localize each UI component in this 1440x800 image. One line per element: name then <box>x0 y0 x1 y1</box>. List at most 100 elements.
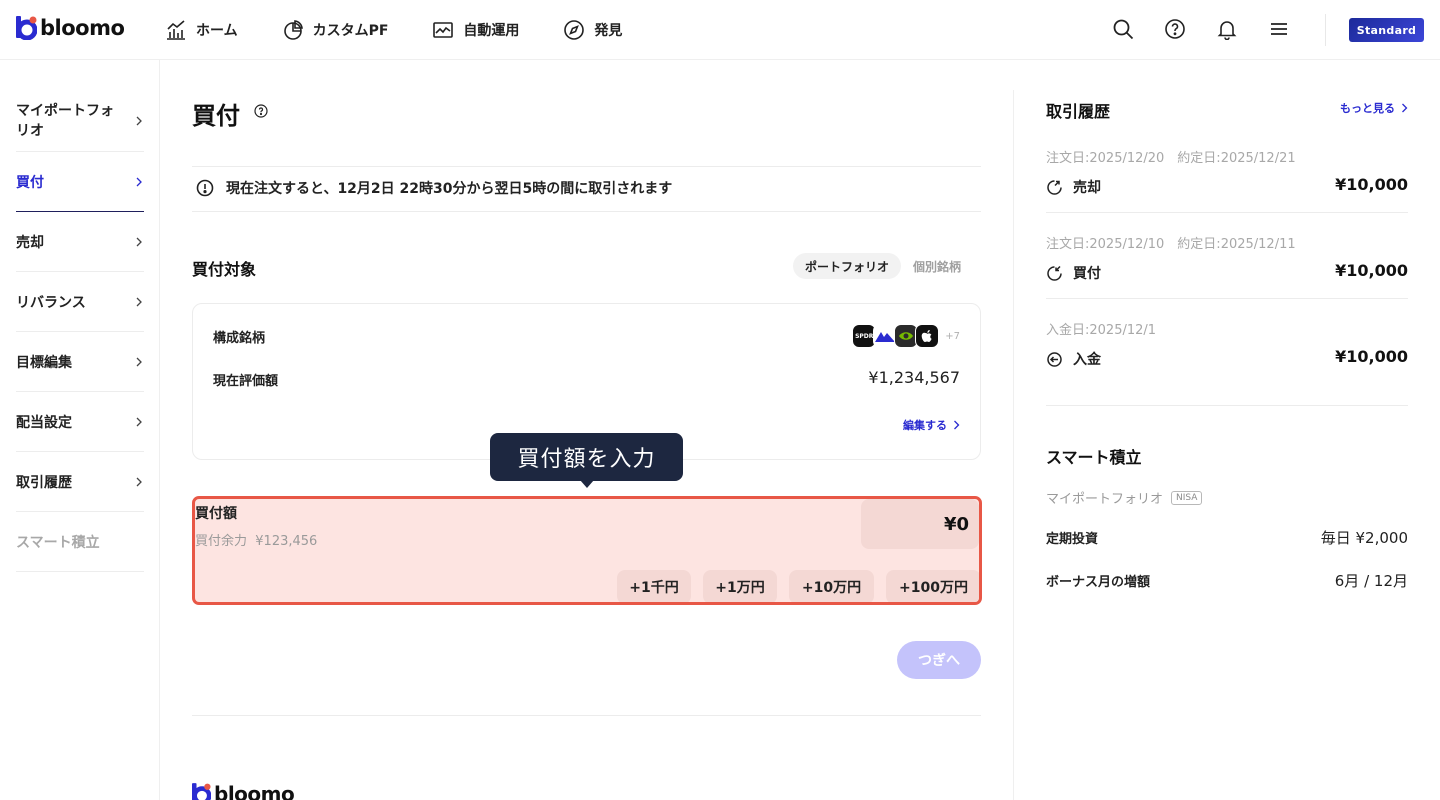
sidebar-item-label: リバランス <box>16 294 86 311</box>
transaction-amount: ¥10,000 <box>1335 175 1408 194</box>
search-icon[interactable] <box>1112 17 1134 41</box>
sidebar-item-buy[interactable]: 買付 <box>16 152 144 212</box>
regular-investment-label: 定期投資 <box>1046 532 1099 547</box>
target-toggle: ポートフォリオ 個別銘柄 <box>793 253 973 279</box>
transaction-type: 入金 <box>1046 349 1101 369</box>
trend-icon <box>433 22 454 38</box>
footer-logo: bloomo <box>192 782 295 800</box>
transaction-date: 入金日:2025/12/1 <box>1046 323 1157 338</box>
sidebar-item-rebalance[interactable]: リバランス <box>16 272 144 332</box>
chevron-right-icon <box>136 237 142 246</box>
bonus-increase-label: ボーナス月の増額 <box>1046 575 1151 590</box>
logo-mark-icon <box>16 16 38 41</box>
buy-amount-input[interactable]: ¥0 <box>861 499 979 549</box>
menu-icon[interactable] <box>1268 17 1290 41</box>
nav-discover[interactable]: 発見 <box>563 17 622 43</box>
nav-custom-pf[interactable]: カスタムPF <box>282 17 389 43</box>
nisa-badge: NISA <box>1171 490 1203 505</box>
nav-discover-label: 発見 <box>594 23 623 39</box>
add-1k-button[interactable]: +1千円 <box>617 570 691 602</box>
add-1m-button[interactable]: +100万円 <box>886 570 979 602</box>
current-value-label: 現在評価額 <box>213 374 279 389</box>
more-link-label: もっと見る <box>1340 102 1395 115</box>
deposit-icon <box>1047 351 1062 367</box>
buying-power-label: 買付余力 <box>195 534 248 549</box>
tab-portfolio[interactable]: ポートフォリオ <box>793 253 902 279</box>
sidebar-item-label: スマート積立 <box>16 534 100 551</box>
sidebar-item-label: 売却 <box>16 234 44 251</box>
compass-icon <box>564 20 585 40</box>
sidebar-item-sell[interactable]: 売却 <box>16 212 144 272</box>
chevron-right-icon <box>136 177 142 186</box>
regular-investment-value: 毎日 ¥2,000 <box>1320 529 1408 547</box>
add-100k-button[interactable]: +10万円 <box>789 570 874 602</box>
sidebar-item-dividend[interactable]: 配当設定 <box>16 392 144 452</box>
nav-auto-label: 自動運用 <box>463 23 520 39</box>
transaction-date: 注文日:2025/12/20 約定日:2025/12/21 <box>1046 151 1296 166</box>
page-title: 買付 <box>192 102 240 130</box>
help-icon[interactable] <box>1164 17 1186 41</box>
divider <box>192 715 981 716</box>
divider <box>192 166 981 167</box>
top-header: bloomo ホーム カスタムPF 自動運用 発見 Standard <box>0 0 1440 60</box>
transaction-amount: ¥10,000 <box>1335 261 1408 280</box>
sidebar-item-my-portfolio[interactable]: マイポートフォリオ <box>16 90 144 152</box>
logo-mark-icon <box>192 783 211 800</box>
sidebar-item-smart-savings[interactable]: スマート積立 <box>16 512 144 572</box>
holdings-icons: SPDR +7 <box>852 324 960 348</box>
sidebar-item-history[interactable]: 取引履歴 <box>16 452 144 512</box>
buying-power: 買付余力 ¥123,456 <box>195 530 317 549</box>
transaction-type: 売却 <box>1046 177 1101 197</box>
transaction-type-label: 買付 <box>1073 266 1101 282</box>
chevron-right-icon <box>136 116 142 125</box>
divider <box>192 211 981 212</box>
more-link[interactable]: もっと見る <box>1340 100 1408 116</box>
input-tooltip: 買付額を入力 <box>490 433 683 481</box>
regular-investment-row: 定期投資 毎日 ¥2,000 <box>1046 527 1408 548</box>
brand-logo[interactable]: bloomo <box>16 16 125 41</box>
next-button[interactable]: つぎへ <box>897 641 981 679</box>
bell-icon[interactable] <box>1216 17 1238 41</box>
history-title: 取引履歴 <box>1046 102 1111 121</box>
buy-amount-section: 買付額 買付余力 ¥123,456 ¥0 +1千円 +1万円 +10万円 +10… <box>192 496 982 605</box>
transaction-type: 買付 <box>1046 263 1101 283</box>
nav-home-label: ホーム <box>196 23 238 39</box>
notice-text: 現在注文すると、12月2日 22時30分から翌日5時の間に取引されます <box>226 181 673 197</box>
edit-link[interactable]: 編集する <box>903 417 960 433</box>
transaction-type-label: 入金 <box>1073 352 1101 368</box>
main-nav: ホーム カスタムPF 自動運用 発見 <box>165 17 666 43</box>
holdings-more-count: +7 <box>945 330 960 342</box>
smart-savings-portfolio: マイポートフォリオ NISA <box>1046 488 1203 507</box>
sell-icon <box>1047 179 1062 195</box>
nav-auto[interactable]: 自動運用 <box>432 17 519 43</box>
chart-icon <box>167 20 185 40</box>
current-value: ¥1,234,567 <box>868 368 960 387</box>
nav-custom-pf-label: カスタムPF <box>312 23 389 39</box>
chevron-right-icon <box>136 417 142 426</box>
stock-icon-apple <box>915 324 940 348</box>
transaction-row[interactable]: 注文日:2025/12/10 約定日:2025/12/11 買付 ¥10,000 <box>1046 233 1408 299</box>
sidebar-item-label: 取引履歴 <box>16 474 72 491</box>
chevron-right-icon <box>136 357 142 366</box>
transaction-amount: ¥10,000 <box>1335 347 1408 366</box>
question-icon[interactable] <box>254 104 268 118</box>
buy-amount-label: 買付額 <box>195 506 237 522</box>
sidebar-item-label: 目標編集 <box>16 354 72 371</box>
nav-home[interactable]: ホーム <box>165 17 238 43</box>
plan-badge[interactable]: Standard <box>1349 18 1424 42</box>
chevron-right-icon <box>1402 103 1408 113</box>
sidebar-item-label: 買付 <box>16 174 44 191</box>
bonus-increase-row: ボーナス月の増額 6月 / 12月 <box>1046 570 1408 591</box>
transaction-row[interactable]: 注文日:2025/12/20 約定日:2025/12/21 売却 ¥10,000 <box>1046 147 1408 213</box>
buy-icon <box>1047 265 1062 281</box>
transaction-date: 注文日:2025/12/10 約定日:2025/12/11 <box>1046 237 1296 252</box>
bonus-increase-value: 6月 / 12月 <box>1334 572 1408 590</box>
header-actions <box>1112 17 1290 41</box>
sidebar-item-goal-edit[interactable]: 目標編集 <box>16 332 144 392</box>
right-panel-divider <box>1013 90 1014 800</box>
edit-link-label: 編集する <box>903 419 947 432</box>
tab-individual-stock[interactable]: 個別銘柄 <box>901 253 973 279</box>
add-10k-button[interactable]: +1万円 <box>703 570 777 602</box>
transaction-row[interactable]: 入金日:2025/12/1 入金 ¥10,000 <box>1046 319 1408 405</box>
footer-logo-text: bloomo <box>214 782 295 800</box>
